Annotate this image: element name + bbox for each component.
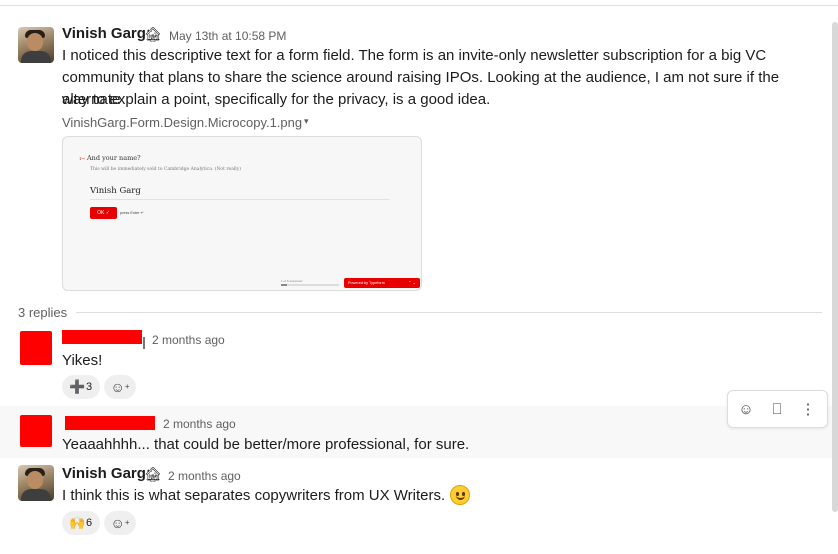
reaction-count: 3 (86, 381, 93, 393)
message-actions-toolbar: ☺ ⎕ ⋮ (727, 390, 828, 428)
add-emoji-icon: ☺ (110, 515, 125, 531)
message-text-line-1: I noticed this descriptive text for a fo… (62, 47, 767, 64)
plus-icon: ➕ (69, 379, 86, 394)
reply-text: Yeaaahhhh... that could be better/more p… (62, 436, 470, 453)
add-reaction-button[interactable]: ☺+ (104, 511, 136, 535)
reply-text: I think this is what separates copywrite… (62, 487, 446, 504)
raised-hands-icon: 🙌 (69, 515, 86, 530)
reply-timestamp[interactable]: 2 months ago (168, 469, 241, 483)
attachment-image-preview[interactable]: 1→ And your name? This will be immediate… (62, 136, 422, 291)
replies-divider (76, 312, 822, 313)
add-reaction-icon[interactable]: ☺ (734, 398, 758, 422)
status-emoji-icon[interactable]: 🏚 (144, 26, 162, 42)
status-emoji-icon[interactable]: 🏚 (144, 466, 162, 482)
redacted-author-name (65, 416, 155, 430)
redacted-author-mark (143, 337, 145, 349)
preview-description: This will be immediately sold to Cambrid… (90, 167, 242, 172)
avatar[interactable] (18, 27, 54, 63)
add-emoji-icon: ☺ (110, 379, 125, 395)
top-divider (0, 5, 838, 6)
chevron-down-icon[interactable]: ▾ (304, 116, 309, 127)
add-reaction-button[interactable]: ☺+ (104, 375, 136, 399)
preview-powered-by: Powered by Typeform ⌃ ⌄ (344, 278, 420, 288)
preview-question: 1→ And your name? (79, 154, 141, 162)
more-actions-icon[interactable]: ⋮ (796, 398, 820, 422)
preview-progress-bar (281, 284, 339, 286)
author-name[interactable]: Vinish Garg (62, 25, 146, 42)
preview-answer: Vinish Garg (90, 186, 141, 196)
reaction-count: 6 (86, 517, 93, 529)
preview-enter-hint: press Enter ↵ (120, 211, 144, 215)
preview-input-underline (90, 199, 390, 200)
reaction-raised-hands[interactable]: 🙌 6 (62, 511, 100, 535)
reply-timestamp[interactable]: 2 months ago (152, 333, 225, 347)
avatar[interactable] (20, 331, 52, 365)
slightly-smiling-face-icon (450, 485, 470, 505)
preview-nav-arrows: ⌃ ⌄ (408, 280, 416, 285)
reaction-plus[interactable]: ➕ 3 (62, 375, 100, 399)
attachment-file-name[interactable]: VinishGarg.Form.Design.Microcopy.1.png (62, 115, 302, 130)
redacted-author-name (62, 330, 142, 344)
avatar[interactable] (18, 465, 54, 501)
reply-timestamp[interactable]: 2 months ago (163, 417, 236, 431)
reply-text: Yikes! (62, 352, 103, 369)
bookmark-icon[interactable]: ⎕ (765, 398, 789, 422)
avatar[interactable] (20, 415, 52, 447)
message-timestamp[interactable]: May 13th at 10:58 PM (169, 29, 286, 43)
preview-ok-button: OK ✓ (90, 207, 117, 219)
message-text-line-3: way to explain a point, specifically for… (62, 91, 491, 108)
replies-count[interactable]: 3 replies (18, 305, 67, 320)
preview-progress-text: 1 of 6 answered (281, 279, 303, 283)
author-name[interactable]: Vinish Garg (62, 465, 146, 482)
